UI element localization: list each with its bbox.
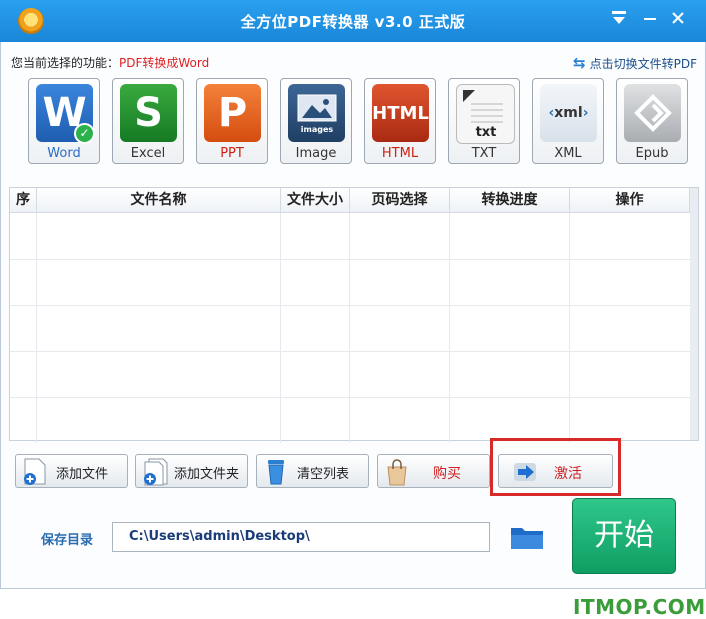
type-label: Epub <box>635 146 669 161</box>
buy-button[interactable]: 购买 <box>377 454 490 488</box>
add-folder-icon <box>144 458 168 486</box>
table-row[interactable] <box>10 213 690 260</box>
save-path-field[interactable]: C:\Users\admin\Desktop\ <box>112 522 490 552</box>
switch-mode-link[interactable]: ⇆ 点击切换文件转PDF <box>573 54 697 72</box>
type-label: HTML <box>381 146 419 161</box>
type-epub-button[interactable]: Epub <box>616 78 688 164</box>
svg-text:images: images <box>300 125 333 134</box>
col-index: 序 <box>10 188 37 212</box>
epub-icon <box>624 84 681 142</box>
add-file-label: 添加文件 <box>56 467 109 482</box>
start-button[interactable]: 开始 <box>572 498 676 574</box>
function-label: 您当前选择的功能： <box>11 56 120 70</box>
close-button[interactable] <box>666 8 690 32</box>
switch-link-label: 点击切换文件转PDF <box>589 56 697 71</box>
trash-icon <box>268 460 284 485</box>
table-row[interactable] <box>10 351 690 398</box>
table-row[interactable] <box>10 259 690 306</box>
swap-arrows-icon: ⇆ <box>573 54 586 72</box>
function-value: PDF转换成Word <box>119 56 210 70</box>
vertical-scrollbar[interactable] <box>690 188 698 440</box>
txt-icon: txt <box>456 84 515 144</box>
word-icon: W ✓ <box>36 84 95 144</box>
file-table: 序 文件名称 文件大小 页码选择 转换进度 操作 <box>9 187 699 443</box>
buy-label: 购买 <box>433 466 461 482</box>
check-icon: ✓ <box>74 123 95 144</box>
type-label: Word <box>47 146 81 161</box>
col-progress: 转换进度 <box>450 188 570 212</box>
type-label: XML <box>554 146 582 161</box>
type-xml-button[interactable]: ‹xml› XML <box>532 78 604 164</box>
add-folder-button[interactable]: 添加文件夹 <box>135 454 248 488</box>
table-row[interactable] <box>10 397 690 443</box>
highlight-box <box>490 438 621 496</box>
col-actions: 操作 <box>570 188 690 212</box>
add-file-icon <box>24 458 46 485</box>
type-txt-button[interactable]: txt TXT <box>448 78 520 164</box>
excel-icon: S <box>120 84 177 142</box>
type-label: Excel <box>130 146 166 161</box>
add-folder-label: 添加文件夹 <box>174 467 240 482</box>
minimize-button[interactable] <box>638 8 662 32</box>
shopping-bag-icon <box>387 459 407 486</box>
type-ppt-button[interactable]: P PPT <box>196 78 268 164</box>
ppt-icon: P <box>204 84 261 142</box>
menu-dropdown-icon[interactable] <box>607 8 631 32</box>
image-icon: images <box>288 84 345 142</box>
xml-icon: ‹xml› <box>540 84 597 142</box>
folder-icon[interactable] <box>510 524 544 550</box>
title-bar: 全方位PDF转换器 v3.0 正式版 <box>0 0 706 42</box>
type-word-button[interactable]: W ✓ Word <box>28 78 100 164</box>
col-page-select: 页码选择 <box>350 188 450 212</box>
type-image-button[interactable]: images Image <box>280 78 352 164</box>
save-dir-label: 保存目录 <box>41 533 94 548</box>
type-label: PPT <box>220 146 244 161</box>
html-icon: HTML <box>372 84 429 142</box>
type-label: TXT <box>471 146 497 161</box>
type-excel-button[interactable]: S Excel <box>112 78 184 164</box>
col-filename: 文件名称 <box>37 188 281 212</box>
table-header: 序 文件名称 文件大小 页码选择 转换进度 操作 <box>10 188 698 213</box>
svg-text:txt: txt <box>475 125 496 140</box>
main-panel: 您当前选择的功能：PDF转换成Word ⇆ 点击切换文件转PDF W ✓ Wor… <box>0 42 706 619</box>
add-file-button[interactable]: 添加文件 <box>15 454 128 488</box>
clear-list-label: 清空列表 <box>297 467 350 482</box>
type-html-button[interactable]: HTML HTML <box>364 78 436 164</box>
type-label: Image <box>295 146 337 161</box>
current-function: 您当前选择的功能：PDF转换成Word <box>11 54 209 71</box>
clear-list-button[interactable]: 清空列表 <box>256 454 369 488</box>
window-title: 全方位PDF转换器 v3.0 正式版 <box>240 13 466 31</box>
table-row[interactable] <box>10 305 690 352</box>
watermark: ITMOP.COM <box>573 595 706 619</box>
col-filesize: 文件大小 <box>281 188 350 212</box>
